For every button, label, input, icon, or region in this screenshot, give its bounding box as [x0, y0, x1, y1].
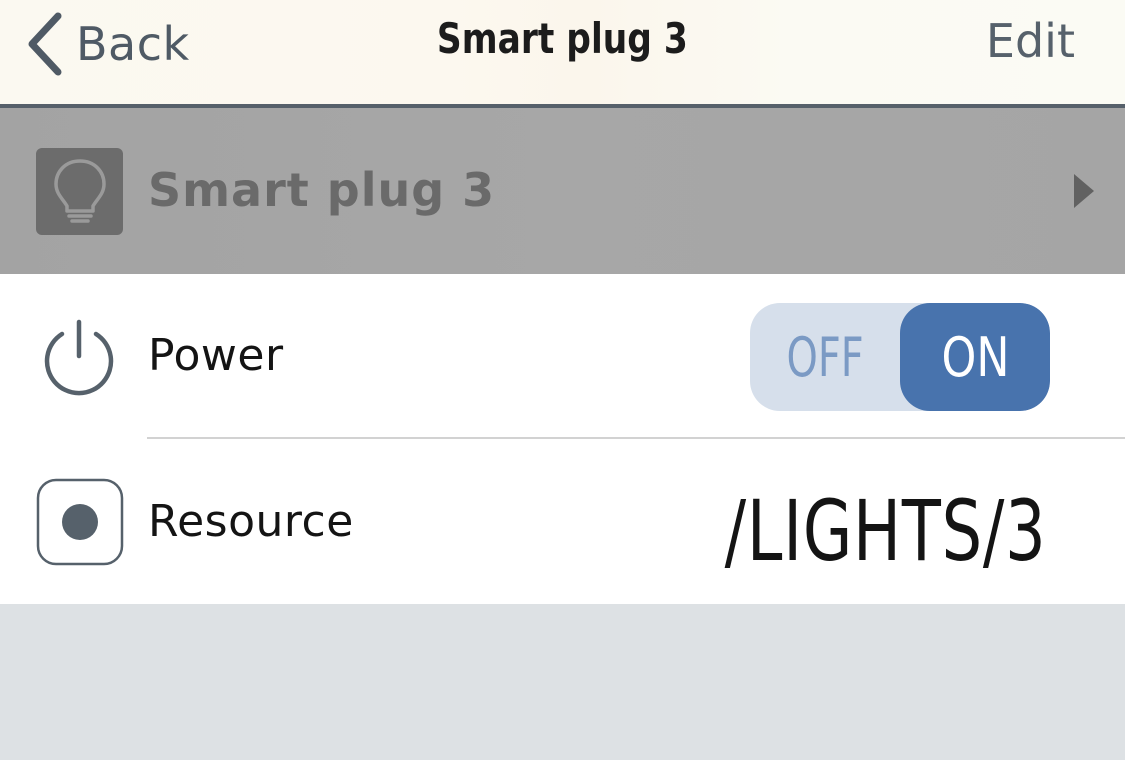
resource-value: /LIGHTS/3: [725, 482, 1047, 580]
page-title: Smart plug 3: [436, 14, 688, 63]
resource-label: Resource: [148, 496, 354, 547]
chevron-left-icon: [28, 12, 62, 76]
power-label: Power: [148, 330, 284, 381]
device-row[interactable]: Smart plug 3: [0, 108, 1125, 274]
device-name: Smart plug 3: [148, 163, 496, 217]
settings-panel: Power OFF ON Resource /LIGHTS/3: [0, 274, 1125, 604]
toggle-off-label: OFF: [786, 325, 864, 389]
power-icon: [44, 319, 114, 396]
lightbulb-icon: [36, 148, 123, 235]
toggle-off-option[interactable]: OFF: [750, 303, 900, 411]
row-divider: [147, 437, 1125, 439]
power-toggle[interactable]: OFF ON: [750, 303, 1050, 411]
resource-icon: [36, 478, 124, 566]
edit-button[interactable]: Edit: [986, 14, 1075, 68]
navigation-bar: Back Smart plug 3 Edit: [0, 0, 1125, 108]
chevron-right-icon: [1074, 174, 1094, 208]
toggle-on-option[interactable]: ON: [900, 303, 1050, 411]
toggle-on-label: ON: [941, 325, 1009, 389]
